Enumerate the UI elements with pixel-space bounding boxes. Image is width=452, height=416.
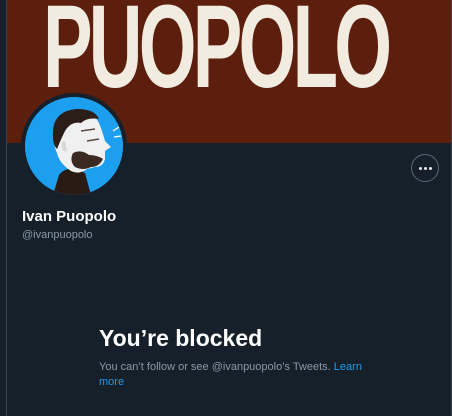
profile-page: PUOPOLO Ivan Puopolo @ivanpuopolo You’re… xyxy=(0,0,452,416)
avatar[interactable] xyxy=(21,93,127,199)
profile-portrait-icon xyxy=(25,97,123,195)
blocked-message-block: You can’t follow or see @ivanpuopolo’s T… xyxy=(99,360,389,390)
blocked-title: You’re blocked xyxy=(99,325,263,351)
profile-display-name: Ivan Puopolo xyxy=(22,208,117,225)
avatar-image xyxy=(25,97,123,195)
blocked-message: You can’t follow or see @ivanpuopolo’s T… xyxy=(99,361,331,373)
profile-handle: @ivanpuopolo xyxy=(22,229,93,241)
more-horizontal-icon xyxy=(418,166,433,170)
more-options-button[interactable] xyxy=(411,154,439,182)
